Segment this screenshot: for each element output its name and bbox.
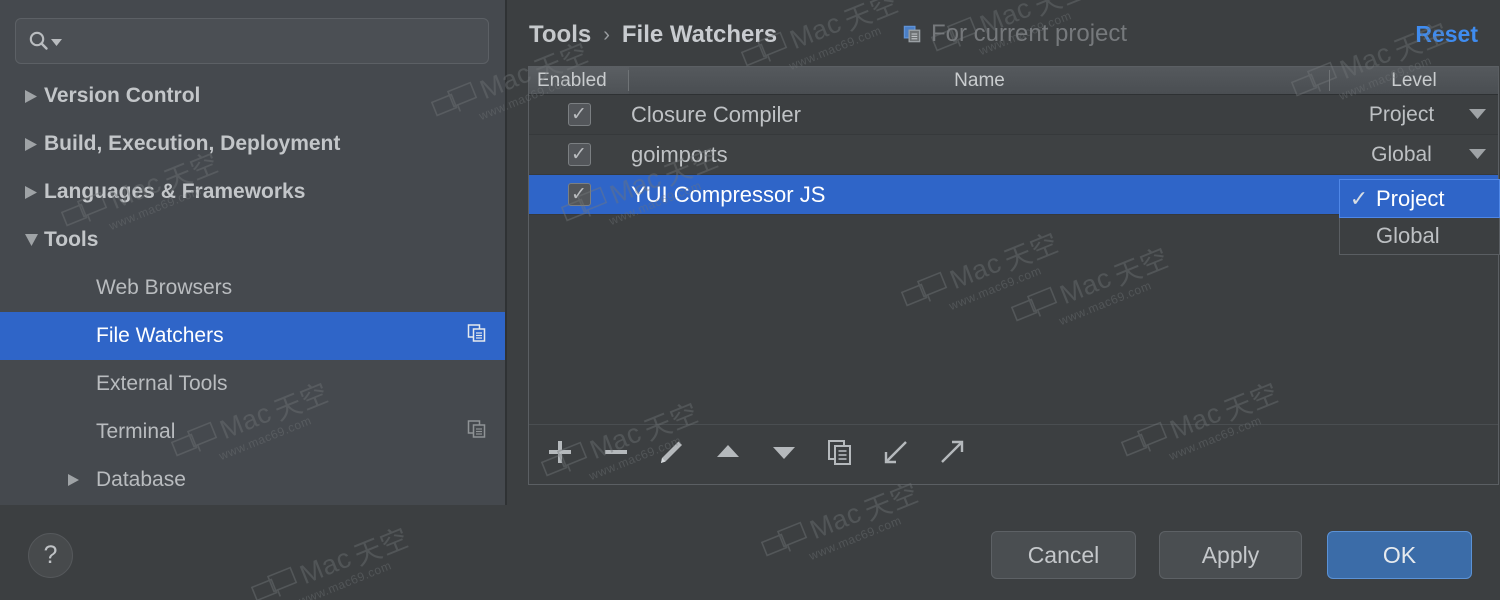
column-header-enabled[interactable]: Enabled <box>529 67 629 94</box>
row-enabled-cell: ✓ <box>529 103 629 126</box>
move-up-button[interactable] <box>711 438 745 472</box>
plus-icon <box>546 438 574 471</box>
scope-indicator: For current project <box>903 20 1127 48</box>
level-option-label: Project <box>1376 185 1445 211</box>
sidebar-item-label: Languages & Frameworks <box>44 180 306 203</box>
column-header-name[interactable]: Name <box>629 67 1330 94</box>
breadcrumb-separator-icon: › <box>603 23 610 46</box>
chevron-right-icon[interactable] <box>60 473 86 487</box>
panel-divider <box>505 0 507 505</box>
help-button[interactable]: ? <box>28 533 73 578</box>
settings-dialog: Version Control Build, Execution, Deploy… <box>0 0 1500 600</box>
caret-down-icon[interactable] <box>1469 149 1486 160</box>
search-field-wrapper <box>15 18 489 64</box>
row-level-value: Project <box>1368 102 1435 126</box>
export-arrow-icon <box>938 438 966 471</box>
sidebar-item-label: Web Browsers <box>96 276 233 299</box>
search-icon <box>28 30 50 52</box>
settings-sidebar: Version Control Build, Execution, Deploy… <box>0 0 505 505</box>
copy-icon <box>467 420 487 445</box>
remove-button[interactable] <box>599 438 633 472</box>
sidebar-item-label: Terminal <box>96 420 176 443</box>
dialog-footer: ? Cancel Apply OK <box>0 507 1500 600</box>
table-toolbar <box>529 424 1498 484</box>
ok-button[interactable]: OK <box>1327 531 1472 579</box>
scope-label: For current project <box>931 20 1128 47</box>
reset-link[interactable]: Reset <box>1415 21 1478 48</box>
sidebar-item-label: Database <box>96 468 186 491</box>
column-header-label: Enabled <box>537 69 607 91</box>
column-header-label: Name <box>954 69 1005 91</box>
edit-button[interactable] <box>655 438 689 472</box>
row-level-cell[interactable]: Global <box>1330 143 1498 167</box>
copy-icon <box>826 438 854 471</box>
search-dropdown-caret-icon[interactable] <box>51 39 62 47</box>
row-level-cell[interactable]: Project <box>1330 103 1498 127</box>
column-header-label: Level <box>1391 69 1437 91</box>
column-header-level[interactable]: Level <box>1330 67 1498 94</box>
cancel-button[interactable]: Cancel <box>991 531 1136 579</box>
level-option-label: Global <box>1376 222 1440 248</box>
settings-main-panel: Tools › File Watchers For current projec… <box>507 0 1500 505</box>
row-enabled-cell: ✓ <box>529 143 629 166</box>
enabled-checkbox[interactable]: ✓ <box>567 103 591 126</box>
add-button[interactable] <box>543 438 577 472</box>
table-header-row: Enabled Name Level <box>529 67 1498 95</box>
sidebar-item-external-tools[interactable]: External Tools <box>0 360 505 408</box>
arrow-up-icon <box>714 438 742 471</box>
caret-down-icon[interactable] <box>1469 109 1486 120</box>
table-row[interactable]: ✓ goimports Global <box>529 135 1498 175</box>
row-enabled-cell: ✓ <box>529 183 629 206</box>
sidebar-item-label: File Watchers <box>96 324 224 347</box>
table-body: ✓ Closure Compiler Project ✓ goimports G… <box>529 95 1498 445</box>
copy-icon <box>903 25 922 44</box>
level-dropdown-popup[interactable]: ✓ Project Global <box>1339 179 1500 255</box>
chevron-right-icon[interactable] <box>18 185 44 200</box>
table-row[interactable]: ✓ Closure Compiler Project <box>529 95 1498 135</box>
import-arrow-icon <box>882 438 910 471</box>
row-level-value: Global <box>1371 142 1432 166</box>
sidebar-item-file-watchers[interactable]: File Watchers <box>0 312 505 360</box>
enabled-checkbox[interactable]: ✓ <box>567 183 591 206</box>
pencil-icon <box>658 438 686 471</box>
sidebar-item-web-browsers[interactable]: Web Browsers <box>0 264 505 312</box>
apply-button[interactable]: Apply <box>1159 531 1302 579</box>
search-input[interactable] <box>15 18 489 64</box>
sidebar-item-version-control[interactable]: Version Control <box>0 72 505 120</box>
check-glyph: ✓ <box>1349 185 1369 211</box>
move-down-button[interactable] <box>767 438 801 472</box>
level-option-global[interactable]: Global <box>1340 217 1499 254</box>
sidebar-item-label: External Tools <box>96 372 228 395</box>
sidebar-item-build-execution-deployment[interactable]: Build, Execution, Deployment <box>0 120 505 168</box>
chevron-right-icon[interactable] <box>18 137 44 152</box>
row-name-cell: goimports <box>631 141 728 167</box>
breadcrumb-item-tools[interactable]: Tools <box>529 21 591 49</box>
sidebar-item-label: Version Control <box>44 84 201 107</box>
sidebar-item-languages-frameworks[interactable]: Languages & Frameworks <box>0 168 505 216</box>
file-watchers-table: Enabled Name Level ✓ Closure Compiler Pr… <box>528 66 1500 485</box>
chevron-down-icon[interactable] <box>18 233 44 247</box>
breadcrumb-item-file-watchers: File Watchers <box>621 21 778 48</box>
check-glyph: ✓ <box>571 184 587 205</box>
minus-icon <box>602 438 630 471</box>
sidebar-item-database[interactable]: Database <box>0 456 505 504</box>
arrow-down-icon <box>770 438 798 471</box>
row-name-cell: Closure Compiler <box>631 101 801 127</box>
sidebar-item-terminal[interactable]: Terminal <box>0 408 505 456</box>
sidebar-item-label: Tools <box>44 228 99 251</box>
sidebar-item-tools[interactable]: Tools <box>0 216 505 264</box>
level-option-project[interactable]: ✓ Project <box>1339 179 1500 218</box>
check-glyph: ✓ <box>571 104 587 125</box>
enabled-checkbox[interactable]: ✓ <box>567 143 591 166</box>
row-name-cell: YUI Compressor JS <box>631 181 826 207</box>
check-glyph: ✓ <box>571 144 587 165</box>
sidebar-item-label: Build, Execution, Deployment <box>44 132 341 155</box>
copy-icon <box>467 324 487 349</box>
import-button[interactable] <box>879 438 913 472</box>
breadcrumb: Tools › File Watchers <box>529 18 777 52</box>
chevron-right-icon[interactable] <box>18 89 44 104</box>
export-button[interactable] <box>935 438 969 472</box>
copy-button[interactable] <box>823 438 857 472</box>
